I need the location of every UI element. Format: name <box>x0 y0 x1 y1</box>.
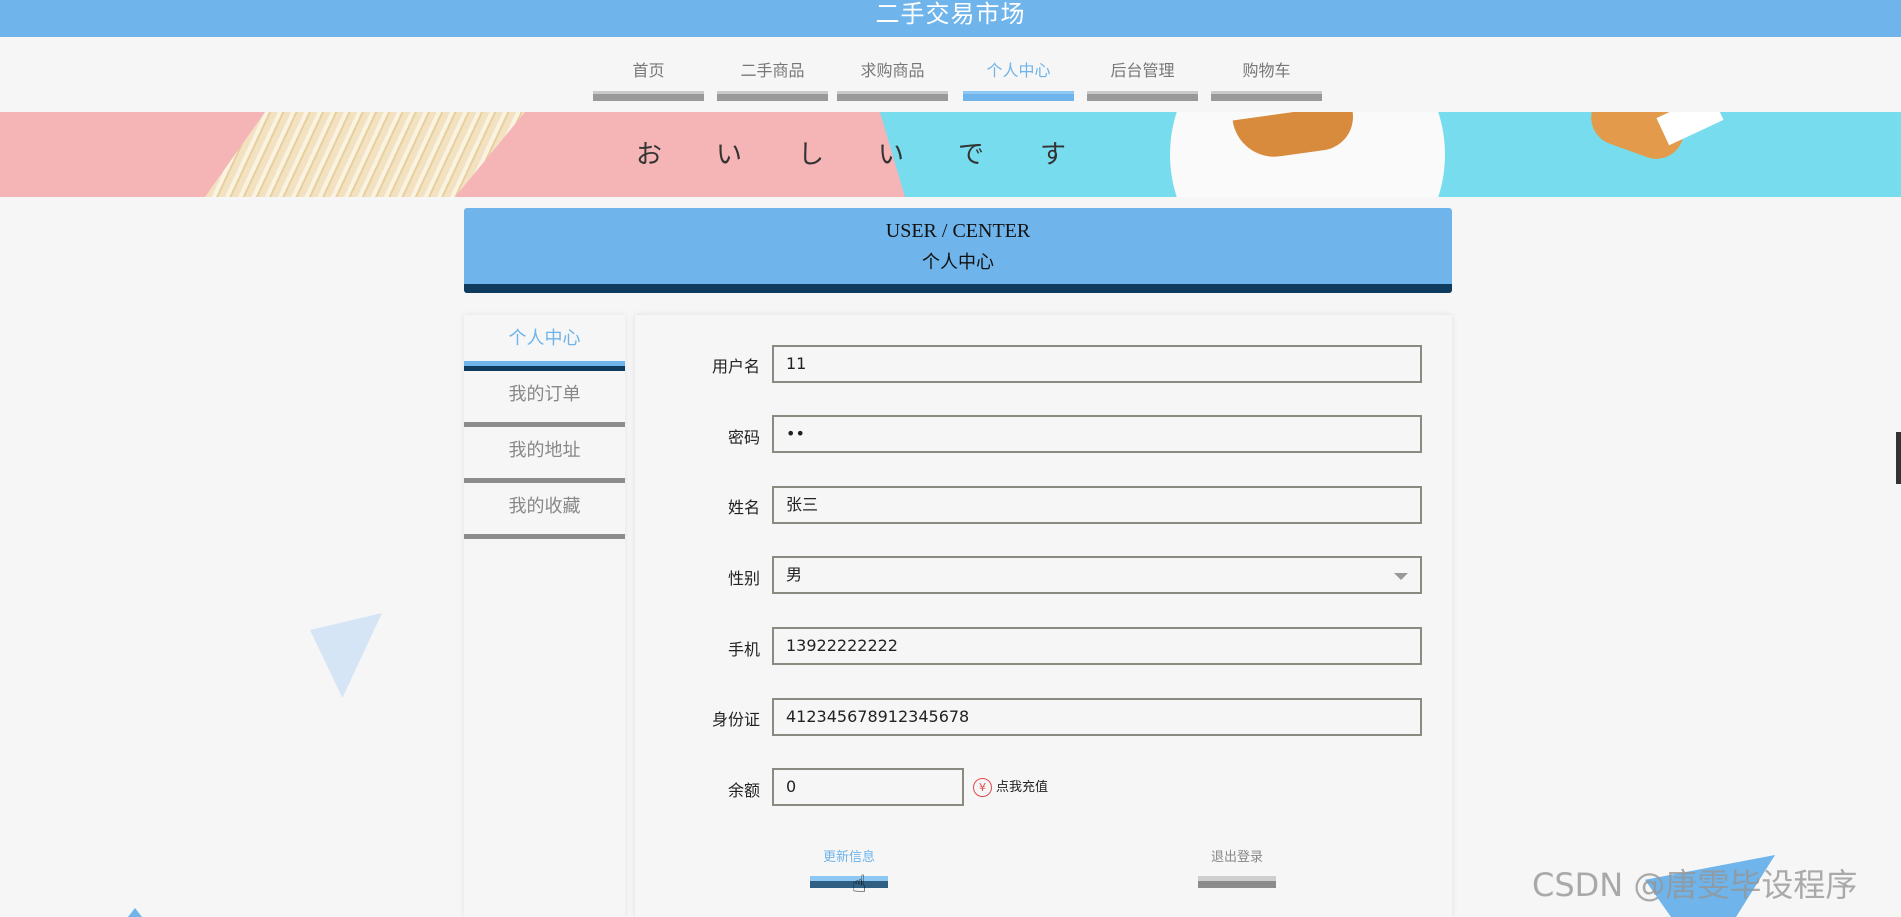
phone-label: 手机 <box>727 640 760 659</box>
nav-item-label: 后台管理 <box>1110 61 1175 80</box>
update-info-button[interactable]: 更新信息 <box>810 848 888 888</box>
banner-char: い <box>878 140 905 170</box>
balance-label: 余额 <box>727 781 760 800</box>
nav-item-underline <box>593 91 704 101</box>
sidebar-item-label: 我的收藏 <box>508 496 581 517</box>
sidebar-item-label: 个人中心 <box>508 328 581 349</box>
password-label: 密码 <box>727 428 760 447</box>
sidebar-item-user-center[interactable]: 个人中心 <box>464 315 625 371</box>
nav-item-underline <box>1087 91 1198 101</box>
sidebar-item-label: 我的地址 <box>508 440 581 461</box>
nav-item-label: 二手商品 <box>740 61 805 80</box>
id-card-input[interactable]: 412345678912345678 <box>772 698 1422 736</box>
button-underline <box>1198 876 1276 888</box>
chevron-down-icon <box>1394 573 1408 580</box>
nav-item-user-center[interactable]: 个人中心 <box>963 59 1074 101</box>
username-input[interactable]: 11 <box>772 345 1422 383</box>
nav-item-cart[interactable]: 购物车 <box>1211 59 1322 101</box>
gender-select[interactable]: 男 <box>772 556 1422 594</box>
id-card-label: 身份证 <box>711 710 760 729</box>
section-header-underline <box>464 284 1452 293</box>
site-title: 二手交易市场 <box>875 0 1026 28</box>
section-title-cn: 个人中心 <box>922 252 994 273</box>
user-sidebar: 个人中心 我的订单 我的地址 我的收藏 <box>464 315 625 917</box>
sidebar-item-addresses[interactable]: 我的地址 <box>464 427 625 483</box>
banner-char: し <box>798 140 825 170</box>
hand-cursor-icon: ☝ <box>852 870 867 898</box>
sidebar-item-label: 我的订单 <box>508 384 581 405</box>
nav-item-admin[interactable]: 后台管理 <box>1087 59 1198 101</box>
section-header: USER / CENTER 个人中心 <box>464 208 1452 293</box>
nav-item-underline <box>1211 91 1322 101</box>
sidebar-item-orders[interactable]: 我的订单 <box>464 371 625 427</box>
nav-item-underline <box>963 91 1074 101</box>
logout-label: 退出登录 <box>1210 850 1263 865</box>
sidebar-item-underline <box>464 534 625 539</box>
decorative-triangle <box>310 613 382 698</box>
main-nav: 首页 二手商品 求购商品 个人中心 后台管理 购物车 <box>0 37 1901 113</box>
gender-select-value: 男 <box>786 565 803 584</box>
nav-item-label: 个人中心 <box>986 61 1051 80</box>
password-input[interactable]: •• <box>772 415 1422 453</box>
decorative-triangle <box>128 908 142 917</box>
nav-item-label: 求购商品 <box>860 61 925 80</box>
balance-input[interactable]: 0 <box>772 768 964 806</box>
scrollbar-handle[interactable] <box>1896 432 1901 484</box>
username-label: 用户名 <box>711 357 760 376</box>
nav-item-used-goods[interactable]: 二手商品 <box>717 59 828 101</box>
banner-char: い <box>716 140 743 170</box>
recharge-label: 点我充值 <box>996 780 1049 795</box>
sidebar-item-favorites[interactable]: 我的收藏 <box>464 483 625 539</box>
section-title-en: USER / CENTER <box>885 220 1031 242</box>
name-label: 姓名 <box>727 498 760 517</box>
banner-char: す <box>1040 140 1067 170</box>
nav-item-label: 购物车 <box>1242 61 1291 80</box>
gender-label: 性别 <box>727 569 760 588</box>
nav-item-underline <box>717 91 828 101</box>
banner-char: お <box>636 140 663 170</box>
nav-item-label: 首页 <box>632 61 665 80</box>
banner-char: で <box>958 140 985 170</box>
sidebar-item-underline <box>464 361 625 371</box>
yen-icon: ¥ <box>973 778 992 797</box>
hero-banner: お い し い で す <box>0 112 1901 197</box>
banner-paper-image <box>1656 112 1724 146</box>
update-info-label: 更新信息 <box>822 850 875 865</box>
nav-item-home[interactable]: 首页 <box>593 59 704 101</box>
recharge-link[interactable]: ¥ 点我充值 <box>973 776 1048 797</box>
nav-item-underline <box>837 91 948 101</box>
profile-form-panel <box>635 315 1452 917</box>
name-input[interactable]: 张三 <box>772 486 1422 524</box>
button-underline <box>810 876 888 888</box>
top-header-bar: 二手交易市场 <box>0 0 1901 37</box>
nav-item-wanted-goods[interactable]: 求购商品 <box>837 59 948 101</box>
phone-input[interactable]: 13922222222 <box>772 627 1422 665</box>
watermark: CSDN @唐雯毕设程序 <box>1532 866 1858 904</box>
logout-button[interactable]: 退出登录 <box>1198 848 1276 888</box>
